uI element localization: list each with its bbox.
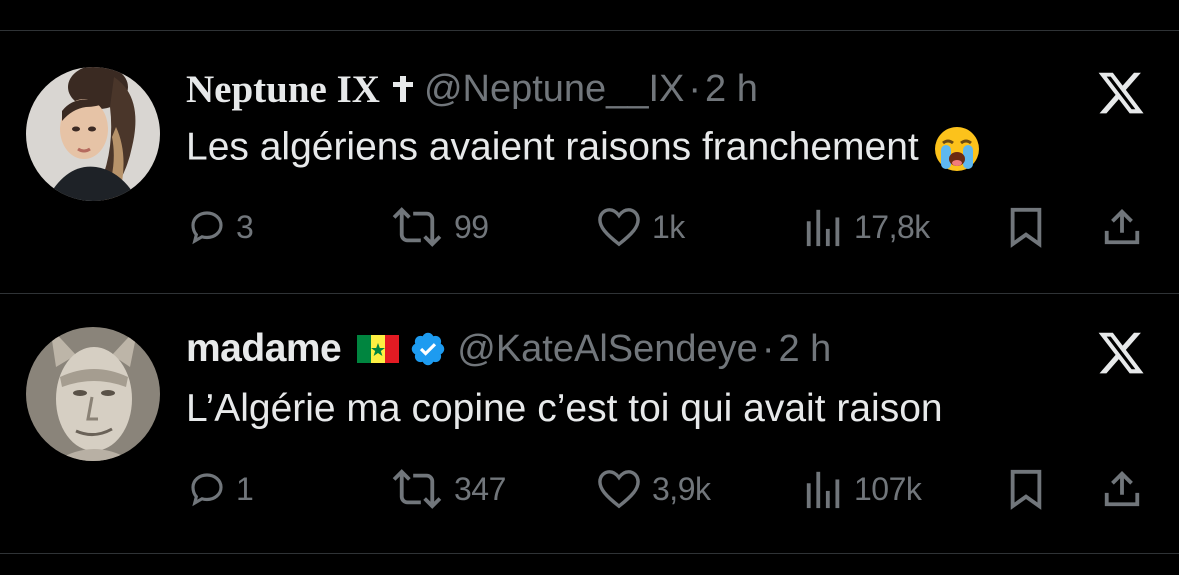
retweet-count: 99	[454, 208, 489, 245]
tweet-text: L’Algérie ma copine c’est toi qui avait …	[186, 387, 943, 431]
views-icon	[806, 209, 840, 247]
tweet-actions: 1 347 3,9k 107k	[0, 464, 1179, 514]
author-name[interactable]: Neptune IX	[186, 67, 380, 112]
bookmark-icon	[1010, 207, 1042, 248]
heart-icon	[598, 208, 640, 247]
author-handle[interactable]: @Neptune__IX	[424, 68, 684, 111]
like-count: 1k	[652, 208, 685, 245]
reply-icon	[191, 473, 223, 507]
share-icon	[1104, 471, 1140, 507]
tweet-header: madame @KateAlSendeye · 2 h	[186, 324, 831, 374]
author-handle[interactable]: @KateAlSendeye	[457, 328, 758, 371]
tweet-text: Les algériens avaient raisons franchemen…	[186, 125, 981, 173]
separator-dot: ·	[688, 67, 702, 110]
views-button[interactable]: 17,8k	[802, 206, 930, 248]
author-name[interactable]: madame	[186, 327, 342, 371]
bookmark-icon	[1010, 469, 1042, 510]
retweet-count: 347	[454, 470, 506, 507]
loudly-crying-face-emoji	[934, 127, 979, 171]
views-icon	[806, 471, 840, 509]
tweet-1[interactable]: Neptune IX @Neptune__IX · 2 h Les algéri…	[0, 31, 1179, 293]
timestamp[interactable]: 2 h	[705, 68, 758, 111]
reply-button[interactable]: 3	[186, 206, 254, 248]
views-button[interactable]: 107k	[802, 468, 922, 510]
avatar[interactable]	[26, 327, 160, 461]
reply-count: 3	[236, 208, 254, 245]
reply-button[interactable]: 1	[186, 468, 254, 510]
views-count: 17,8k	[854, 208, 930, 245]
cross-icon	[392, 76, 413, 102]
senegal-flag-icon	[357, 335, 400, 363]
timestamp[interactable]: 2 h	[778, 328, 831, 371]
reply-icon	[191, 211, 223, 245]
like-count: 3,9k	[652, 470, 711, 507]
avatar[interactable]	[26, 67, 160, 201]
divider-bottom	[0, 553, 1179, 554]
share-icon	[1104, 209, 1140, 245]
reply-count: 1	[236, 470, 254, 507]
tweet-2[interactable]: madame @KateAlSendeye · 2 h L’Algérie ma…	[0, 294, 1179, 556]
x-logo-icon	[1098, 72, 1144, 114]
bookmark-button[interactable]	[1006, 206, 1046, 248]
retweet-button[interactable]: 99	[388, 206, 489, 248]
like-button[interactable]: 1k	[594, 206, 685, 248]
retweet-button[interactable]: 347	[388, 468, 506, 510]
tweet-text-content: Les algériens avaient raisons franchemen…	[186, 125, 919, 169]
like-button[interactable]: 3,9k	[594, 468, 711, 510]
x-logo-icon	[1098, 332, 1144, 374]
bookmark-button[interactable]	[1006, 468, 1046, 510]
share-button[interactable]	[1100, 468, 1144, 510]
tweet-actions: 3 99 1k 17,8k	[0, 202, 1179, 252]
retweet-icon	[392, 469, 442, 509]
separator-dot: ·	[761, 327, 775, 370]
tweet-text-content: L’Algérie ma copine c’est toi qui avait …	[186, 387, 943, 430]
share-button[interactable]	[1100, 206, 1144, 248]
tweet-header: Neptune IX @Neptune__IX · 2 h	[186, 64, 758, 114]
retweet-icon	[392, 207, 442, 247]
views-count: 107k	[854, 470, 922, 507]
heart-icon	[598, 470, 640, 509]
verified-badge-icon	[412, 332, 445, 366]
